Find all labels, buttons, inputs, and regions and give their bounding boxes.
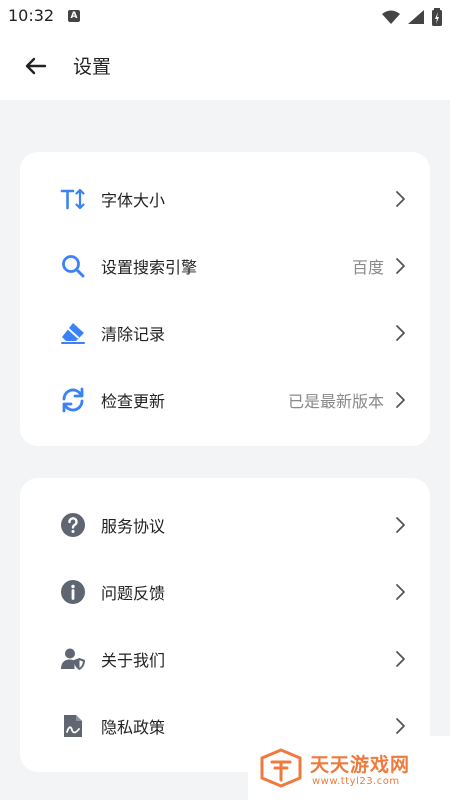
check-update-row[interactable]: 检查更新 已是最新版本: [20, 366, 430, 433]
service-agreement-label: 服务协议: [101, 517, 166, 536]
page-title: 设置: [73, 56, 112, 78]
clear-history-label: 清除记录: [101, 325, 166, 344]
feedback-row[interactable]: 问题反馈: [20, 558, 430, 625]
search-engine-row[interactable]: 设置搜索引擎 百度: [20, 232, 430, 299]
chevron-right-icon: [396, 258, 405, 274]
about-us-label: 关于我们: [101, 651, 166, 670]
chevron-right-icon: [396, 191, 405, 207]
status-bar: 10:32 A: [0, 0, 450, 32]
refresh-icon: [62, 387, 84, 413]
chevron-right-icon: [396, 651, 405, 667]
watermark-name: 天天游戏网: [310, 754, 411, 776]
signal-icon: [407, 9, 424, 24]
feedback-label: 问题反馈: [101, 584, 166, 603]
font-size-label: 字体大小: [101, 191, 166, 210]
status-time: 10:32: [8, 6, 55, 25]
chevron-right-icon: [396, 584, 405, 600]
check-update-value: 已是最新版本: [287, 392, 384, 411]
chevron-right-icon: [396, 392, 405, 408]
clear-history-row[interactable]: 清除记录: [20, 299, 430, 366]
back-button[interactable]: [20, 50, 52, 82]
app-bar: 设置: [0, 32, 450, 100]
search-engine-value: 百度: [351, 258, 384, 277]
user-shield-icon: [61, 648, 85, 670]
check-update-label: 检查更新: [101, 392, 166, 411]
battery-icon: [432, 7, 442, 26]
arrow-left-icon: [25, 57, 47, 75]
search-engine-label: 设置搜索引擎: [101, 258, 198, 277]
eraser-icon: [61, 323, 85, 344]
privacy-policy-label: 隐私政策: [101, 718, 166, 737]
search-icon: [62, 255, 85, 278]
document-icon: [64, 715, 82, 737]
watermark: 天天游戏网 www.ttyl23.com: [248, 736, 450, 800]
info-card: 服务协议 问题反馈 关于我们 隐私政策: [20, 478, 430, 772]
chevron-right-icon: [396, 517, 405, 533]
settings-card: 字体大小 设置搜索引擎 百度 清除记录 检查更新 已是最新版本: [20, 152, 430, 446]
chevron-right-icon: [396, 718, 405, 734]
watermark-url: www.ttyl23.com: [312, 776, 400, 787]
chevron-right-icon: [396, 325, 405, 341]
about-us-row[interactable]: 关于我们: [20, 625, 430, 692]
service-agreement-row[interactable]: 服务协议: [20, 491, 430, 558]
font-size-icon: [60, 188, 85, 210]
status-icons: [379, 6, 442, 26]
font-size-row[interactable]: 字体大小: [20, 165, 430, 232]
wifi-icon: [381, 10, 400, 24]
question-icon: [61, 513, 85, 537]
watermark-logo-icon: [260, 748, 302, 788]
a-icon: A: [68, 10, 80, 22]
info-icon: [61, 580, 85, 604]
